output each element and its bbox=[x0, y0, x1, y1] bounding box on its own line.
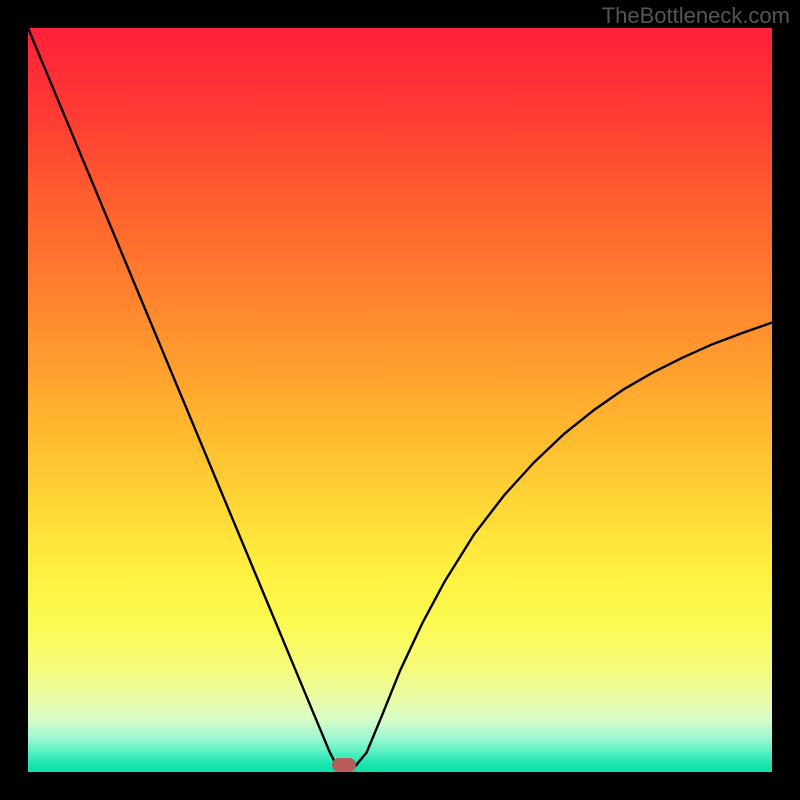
curve-layer bbox=[28, 28, 772, 772]
chart-container: TheBottleneck.com bbox=[0, 0, 800, 800]
watermark-text: TheBottleneck.com bbox=[602, 3, 790, 29]
bottleneck-curve bbox=[28, 28, 772, 770]
minimum-marker bbox=[332, 758, 356, 772]
plot-area bbox=[28, 28, 772, 772]
